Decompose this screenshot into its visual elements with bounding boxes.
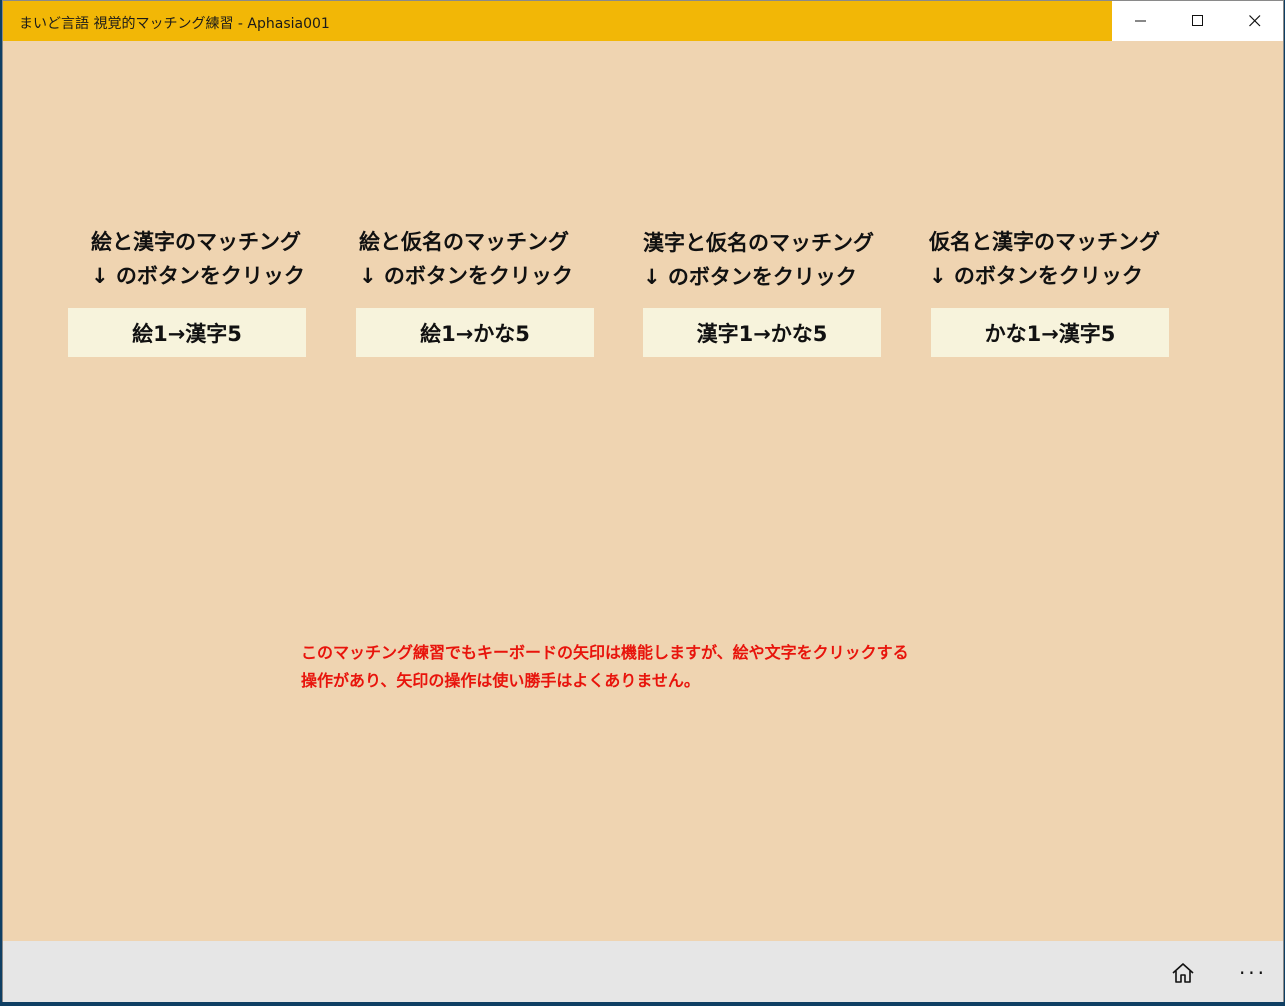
column-label-title: 漢字と仮名のマッチング (643, 231, 874, 255)
minimize-icon (1134, 20, 1146, 22)
column-label-kanji-kana: 漢字と仮名のマッチング ↓ のボタンをクリック (643, 226, 874, 294)
title-area: まいど言語 視覚的マッチング練習 - Aphasia001 (3, 1, 1112, 41)
app-window: まいど言語 視覚的マッチング練習 - Aphasia001 絵と漢字のマッチング… (2, 0, 1284, 1003)
bottom-app-bar: ··· (3, 941, 1283, 1002)
column-label-kana-kanji: 仮名と漢字のマッチング ↓ のボタンをクリック (929, 225, 1160, 293)
column-label-picture-kana: 絵と仮名のマッチング ↓ のボタンをクリック (359, 225, 573, 293)
column-label-instruction: ↓ のボタンをクリック (91, 264, 305, 288)
column-label-instruction: ↓ のボタンをクリック (643, 265, 857, 289)
more-options-button[interactable]: ··· (1231, 955, 1275, 991)
close-button[interactable] (1226, 1, 1283, 41)
column-label-title: 仮名と漢字のマッチング (929, 230, 1160, 254)
window-title: まいど言語 視覚的マッチング練習 - Aphasia001 (19, 16, 330, 32)
kanji-to-kana-button[interactable]: 漢字1→かな5 (643, 308, 881, 357)
home-icon (1172, 963, 1194, 983)
column-label-title: 絵と仮名のマッチング (359, 230, 569, 254)
title-bar: まいど言語 視覚的マッチング練習 - Aphasia001 (3, 1, 1283, 41)
close-icon (1248, 15, 1260, 27)
picture-to-kanji-button[interactable]: 絵1→漢字5 (68, 308, 306, 357)
column-label-instruction: ↓ のボタンをクリック (359, 264, 573, 288)
keyboard-notice: このマッチング練習でもキーボードの矢印は機能しますが、絵や文字をクリックする操作… (301, 643, 909, 690)
column-label-picture-kanji: 絵と漢字のマッチング ↓ のボタンをクリック (91, 225, 305, 293)
minimize-button[interactable] (1112, 1, 1169, 41)
maximize-icon (1191, 15, 1203, 26)
home-button[interactable] (1163, 955, 1203, 991)
column-label-instruction: ↓ のボタンをクリック (929, 264, 1143, 288)
kana-to-kanji-button[interactable]: かな1→漢字5 (931, 308, 1169, 357)
maximize-button[interactable] (1169, 1, 1226, 41)
taskbar-strip (0, 1002, 1285, 1006)
column-label-title: 絵と漢字のマッチング (91, 230, 301, 254)
picture-to-kana-button[interactable]: 絵1→かな5 (356, 308, 594, 357)
